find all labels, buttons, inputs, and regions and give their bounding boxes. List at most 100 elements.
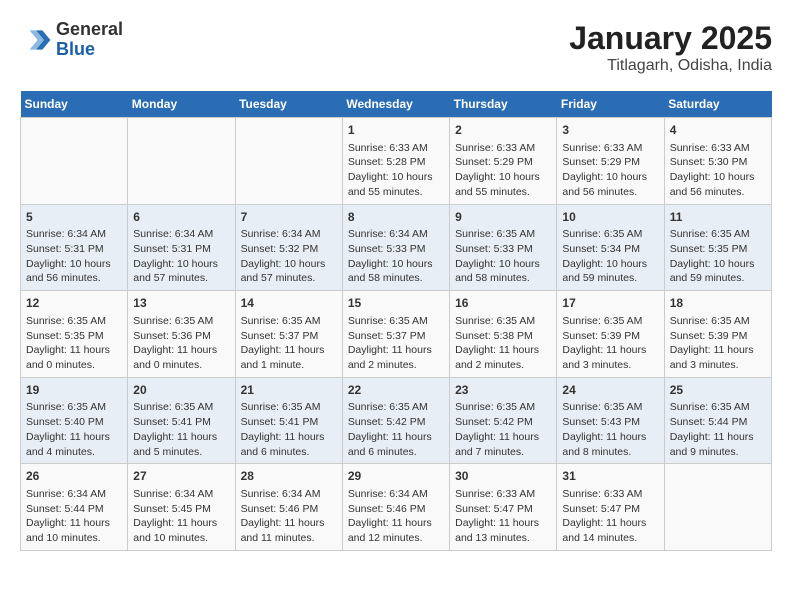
day-info: Sunrise: 6:35 AM Sunset: 5:44 PM Dayligh… [670, 400, 766, 459]
day-number: 10 [562, 209, 658, 226]
day-number: 30 [455, 468, 551, 485]
calendar-day: 23Sunrise: 6:35 AM Sunset: 5:42 PM Dayli… [450, 377, 557, 464]
calendar-body: 1 Sunrise: 6:33 AM Sunset: 5:28 PM Daylig… [21, 118, 772, 551]
day-number: 24 [562, 382, 658, 399]
calendar-day: 7Sunrise: 6:34 AM Sunset: 5:32 PM Daylig… [235, 204, 342, 291]
day-info: Sunrise: 6:33 AM Sunset: 5:29 PM Dayligh… [562, 141, 658, 200]
calendar-day: 5Sunrise: 6:34 AM Sunset: 5:31 PM Daylig… [21, 204, 128, 291]
calendar-day: 15 Sunrise: 6:35 AM Sunset: 5:37 PM Dayli… [342, 291, 449, 378]
calendar-day: 25Sunrise: 6:35 AM Sunset: 5:44 PM Dayli… [664, 377, 771, 464]
day-number: 19 [26, 382, 122, 399]
calendar-day: 11Sunrise: 6:35 AM Sunset: 5:35 PM Dayli… [664, 204, 771, 291]
calendar-day: 19Sunrise: 6:35 AM Sunset: 5:40 PM Dayli… [21, 377, 128, 464]
day-info: Sunrise: 6:33 AM Sunset: 5:47 PM Dayligh… [562, 487, 658, 546]
header-day-saturday: Saturday [664, 91, 771, 118]
header-row: SundayMondayTuesdayWednesdayThursdayFrid… [21, 91, 772, 118]
day-info: Sunrise: 6:35 AM Sunset: 5:35 PM Dayligh… [26, 314, 122, 373]
calendar-week-3: 19Sunrise: 6:35 AM Sunset: 5:40 PM Dayli… [21, 377, 772, 464]
logo-blue: Blue [56, 40, 123, 60]
day-info: Sunrise: 6:35 AM Sunset: 5:37 PM Dayligh… [241, 314, 337, 373]
calendar-day [128, 118, 235, 205]
day-number: 21 [241, 382, 337, 399]
day-number: 12 [26, 295, 122, 312]
calendar-day: 26 Sunrise: 6:34 AM Sunset: 5:44 PM Dayli… [21, 464, 128, 551]
day-info: Sunrise: 6:34 AM Sunset: 5:46 PM Dayligh… [348, 487, 444, 546]
calendar-day [235, 118, 342, 205]
header-day-friday: Friday [557, 91, 664, 118]
calendar-day [21, 118, 128, 205]
day-info: Sunrise: 6:35 AM Sunset: 5:37 PM Dayligh… [348, 314, 444, 373]
day-number: 8 [348, 209, 444, 226]
header-day-monday: Monday [128, 91, 235, 118]
calendar-day: 4 Sunrise: 6:33 AM Sunset: 5:30 PM Daylig… [664, 118, 771, 205]
day-info: Sunrise: 6:35 AM Sunset: 5:43 PM Dayligh… [562, 400, 658, 459]
day-info: Sunrise: 6:35 AM Sunset: 5:39 PM Dayligh… [562, 314, 658, 373]
logo-text: General Blue [56, 20, 123, 60]
day-number: 26 [26, 468, 122, 485]
header-day-wednesday: Wednesday [342, 91, 449, 118]
day-info: Sunrise: 6:33 AM Sunset: 5:28 PM Dayligh… [348, 141, 444, 200]
calendar-day: 2 Sunrise: 6:33 AM Sunset: 5:29 PM Daylig… [450, 118, 557, 205]
calendar-day: 1 Sunrise: 6:33 AM Sunset: 5:28 PM Daylig… [342, 118, 449, 205]
day-info: Sunrise: 6:35 AM Sunset: 5:40 PM Dayligh… [26, 400, 122, 459]
day-info: Sunrise: 6:34 AM Sunset: 5:44 PM Dayligh… [26, 487, 122, 546]
day-info: Sunrise: 6:35 AM Sunset: 5:38 PM Dayligh… [455, 314, 551, 373]
day-number: 15 [348, 295, 444, 312]
day-number: 29 [348, 468, 444, 485]
calendar-day: 6Sunrise: 6:34 AM Sunset: 5:31 PM Daylig… [128, 204, 235, 291]
day-info: Sunrise: 6:35 AM Sunset: 5:41 PM Dayligh… [241, 400, 337, 459]
calendar-table: SundayMondayTuesdayWednesdayThursdayFrid… [20, 91, 772, 551]
day-info: Sunrise: 6:34 AM Sunset: 5:31 PM Dayligh… [133, 227, 229, 286]
calendar-day: 31 Sunrise: 6:33 AM Sunset: 5:47 PM Dayli… [557, 464, 664, 551]
day-info: Sunrise: 6:35 AM Sunset: 5:42 PM Dayligh… [455, 400, 551, 459]
day-number: 4 [670, 122, 766, 139]
calendar-week-4: 26 Sunrise: 6:34 AM Sunset: 5:44 PM Dayli… [21, 464, 772, 551]
header-day-sunday: Sunday [21, 91, 128, 118]
calendar-day: 21Sunrise: 6:35 AM Sunset: 5:41 PM Dayli… [235, 377, 342, 464]
title-block: January 2025 Titlagarh, Odisha, India [569, 20, 772, 75]
calendar-day: 24Sunrise: 6:35 AM Sunset: 5:43 PM Dayli… [557, 377, 664, 464]
calendar-week-0: 1 Sunrise: 6:33 AM Sunset: 5:28 PM Daylig… [21, 118, 772, 205]
logo: General Blue [20, 20, 123, 60]
day-number: 25 [670, 382, 766, 399]
calendar-day: 10Sunrise: 6:35 AM Sunset: 5:34 PM Dayli… [557, 204, 664, 291]
day-number: 20 [133, 382, 229, 399]
day-info: Sunrise: 6:35 AM Sunset: 5:39 PM Dayligh… [670, 314, 766, 373]
day-number: 11 [670, 209, 766, 226]
calendar-day: 28Sunrise: 6:34 AM Sunset: 5:46 PM Dayli… [235, 464, 342, 551]
day-number: 16 [455, 295, 551, 312]
day-number: 2 [455, 122, 551, 139]
day-number: 13 [133, 295, 229, 312]
calendar-day: 29 Sunrise: 6:34 AM Sunset: 5:46 PM Dayli… [342, 464, 449, 551]
calendar-day: 3 Sunrise: 6:33 AM Sunset: 5:29 PM Daylig… [557, 118, 664, 205]
page-subtitle: Titlagarh, Odisha, India [569, 57, 772, 75]
day-number: 31 [562, 468, 658, 485]
day-number: 14 [241, 295, 337, 312]
day-number: 27 [133, 468, 229, 485]
page-header: General Blue January 2025 Titlagarh, Odi… [20, 20, 772, 75]
calendar-day: 8Sunrise: 6:34 AM Sunset: 5:33 PM Daylig… [342, 204, 449, 291]
day-number: 18 [670, 295, 766, 312]
day-info: Sunrise: 6:33 AM Sunset: 5:29 PM Dayligh… [455, 141, 551, 200]
page-title: January 2025 [569, 20, 772, 57]
day-number: 3 [562, 122, 658, 139]
day-info: Sunrise: 6:34 AM Sunset: 5:31 PM Dayligh… [26, 227, 122, 286]
day-number: 17 [562, 295, 658, 312]
calendar-day: 17 Sunrise: 6:35 AM Sunset: 5:39 PM Dayli… [557, 291, 664, 378]
logo-icon [20, 24, 52, 56]
calendar-day: 20Sunrise: 6:35 AM Sunset: 5:41 PM Dayli… [128, 377, 235, 464]
calendar-week-2: 12 Sunrise: 6:35 AM Sunset: 5:35 PM Dayli… [21, 291, 772, 378]
calendar-header: SundayMondayTuesdayWednesdayThursdayFrid… [21, 91, 772, 118]
day-number: 23 [455, 382, 551, 399]
calendar-day: 12 Sunrise: 6:35 AM Sunset: 5:35 PM Dayli… [21, 291, 128, 378]
day-number: 9 [455, 209, 551, 226]
day-number: 22 [348, 382, 444, 399]
day-info: Sunrise: 6:35 AM Sunset: 5:35 PM Dayligh… [670, 227, 766, 286]
day-number: 7 [241, 209, 337, 226]
day-info: Sunrise: 6:35 AM Sunset: 5:34 PM Dayligh… [562, 227, 658, 286]
day-number: 1 [348, 122, 444, 139]
day-info: Sunrise: 6:33 AM Sunset: 5:30 PM Dayligh… [670, 141, 766, 200]
day-info: Sunrise: 6:34 AM Sunset: 5:32 PM Dayligh… [241, 227, 337, 286]
calendar-day: 22Sunrise: 6:35 AM Sunset: 5:42 PM Dayli… [342, 377, 449, 464]
calendar-day: 27Sunrise: 6:34 AM Sunset: 5:45 PM Dayli… [128, 464, 235, 551]
